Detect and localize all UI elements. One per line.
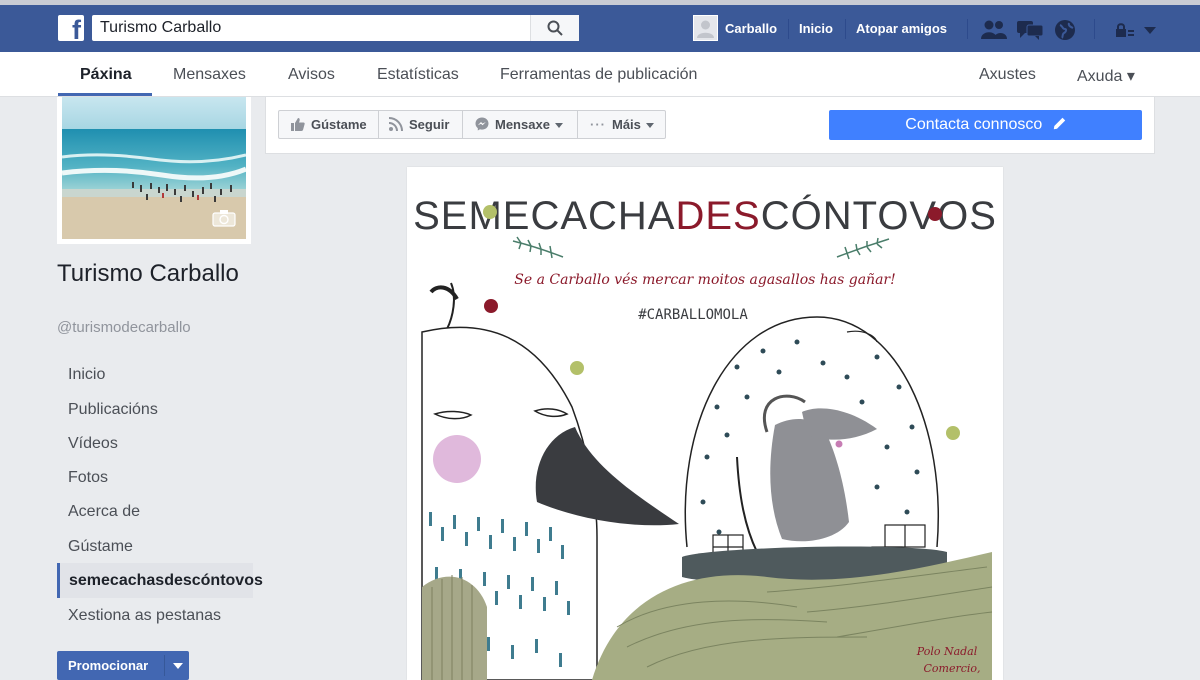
decorative-dot: [946, 426, 960, 440]
divider: [845, 19, 846, 39]
divider: [967, 19, 968, 39]
decorative-dot: [483, 205, 497, 219]
svg-text:SEMECACHADESCÓNTOVOS: SEMECACHADESCÓNTOVOS: [413, 193, 997, 238]
christmas-campaign-illustration: SEMECACHADESCÓNTOVOS Se a Carballo vés m…: [413, 193, 997, 680]
sidebar-item-posts[interactable]: Publicacións: [57, 392, 253, 427]
sidebar-item-about[interactable]: Acerca de: [57, 494, 253, 529]
account-menu-caret-icon[interactable]: [1144, 27, 1156, 35]
like-button[interactable]: Gústame: [291, 111, 367, 138]
post-footer-line: Comercio,: [923, 662, 980, 675]
contact-us-button[interactable]: Contacta connosco: [829, 110, 1142, 140]
decorative-dot: [570, 361, 584, 375]
rss-follow-icon: [388, 117, 403, 132]
snow-globe-drawing: [682, 316, 947, 585]
post-hashtag: #CARBALLOMOLA: [638, 307, 748, 323]
profile-link[interactable]: Carballo: [725, 21, 777, 36]
message-button[interactable]: Mensaxe: [475, 111, 563, 138]
sidebar-item-semecachasdescontovos[interactable]: semecachasdescóntovos: [57, 563, 263, 598]
page-title[interactable]: Turismo Carballo: [57, 260, 247, 288]
facebook-logo-icon[interactable]: f: [58, 15, 84, 44]
page-action-buttons: Gústame Seguir Mensaxe ··· Máis: [278, 110, 666, 139]
promote-button[interactable]: Promocionar: [57, 651, 189, 680]
chevron-down-icon: [554, 123, 563, 129]
profile-picture[interactable]: [57, 97, 251, 244]
tab-notifications[interactable]: Avisos: [288, 66, 335, 84]
sidebar-item-photos[interactable]: Fotos: [57, 460, 253, 495]
divider: [577, 111, 578, 138]
holly-sprig-right: [836, 237, 890, 260]
page-username[interactable]: @turismodecarballo: [57, 319, 191, 336]
message-button-label: Mensaxe: [495, 117, 550, 132]
decorative-dot: [928, 207, 942, 221]
post-title-part: CÓNTOVOS: [761, 193, 997, 238]
divider: [164, 655, 165, 676]
holly-sprig-left: [512, 236, 564, 259]
decorative-dot: [484, 299, 498, 313]
more-button[interactable]: ··· Máis: [590, 111, 654, 138]
divider: [462, 111, 463, 138]
messages-icon[interactable]: [1017, 19, 1043, 41]
pencil-edit-icon: [1053, 117, 1065, 130]
avatar[interactable]: [693, 15, 718, 41]
search-button[interactable]: [530, 15, 579, 41]
divider: [378, 111, 379, 138]
tab-settings[interactable]: Axustes: [979, 66, 1036, 84]
friend-requests-icon[interactable]: [981, 19, 1007, 41]
follow-button-label: Seguir: [409, 117, 450, 132]
tab-page[interactable]: Páxina: [80, 66, 132, 84]
divider: [1094, 19, 1095, 39]
promote-button-label: Promocionar: [68, 658, 149, 673]
tab-publishing-tools[interactable]: Ferramentas de publicación: [500, 66, 697, 84]
active-tab-indicator: [58, 93, 152, 96]
post-subtitle: Se a Carballo vés mercar moitos agasallo…: [514, 272, 896, 288]
follow-button[interactable]: Seguir: [388, 111, 450, 138]
chevron-down-icon[interactable]: [173, 663, 183, 669]
user-silhouette-icon: [697, 20, 714, 38]
chevron-down-icon: [645, 123, 654, 129]
page-tabs-bar: Páxina Mensaxes Avisos Estatísticas Ferr…: [0, 52, 1200, 97]
search-icon: [547, 20, 563, 36]
more-dots-icon: ···: [590, 117, 606, 132]
sidebar-item-videos[interactable]: Vídeos: [57, 426, 253, 461]
search-box: [92, 15, 579, 41]
sidebar-item-home[interactable]: Inicio: [57, 357, 253, 392]
privacy-lock-icon[interactable]: [1115, 22, 1135, 38]
home-link[interactable]: Inicio: [799, 21, 833, 36]
post-footer-line: Polo Nadal: [916, 645, 978, 658]
search-input[interactable]: [92, 15, 532, 41]
sidebar-item-likes[interactable]: Gústame: [57, 529, 253, 564]
camera-icon[interactable]: [212, 209, 236, 227]
messenger-icon: [475, 117, 489, 131]
help-menu[interactable]: Axuda ▾: [1077, 66, 1135, 86]
post-illustration[interactable]: SEMECACHADESCÓNTOVOS Se a Carballo vés m…: [407, 167, 1003, 680]
contact-us-label: Contacta connosco: [905, 116, 1043, 133]
tab-messages[interactable]: Mensaxes: [173, 66, 246, 84]
like-button-label: Gústame: [311, 117, 367, 132]
tab-insights[interactable]: Estatísticas: [377, 66, 459, 84]
post-title-part: DES: [675, 194, 760, 238]
find-friends-link[interactable]: Atopar amigos: [856, 21, 947, 36]
post-title-part: SEMECACHA: [413, 194, 675, 238]
thumbs-up-icon: [291, 118, 305, 131]
more-button-label: Máis: [612, 117, 641, 132]
top-navigation-bar: f Carballo Inicio Atopar amigos: [0, 0, 1200, 52]
divider: [788, 19, 789, 39]
sidebar-item-manage-tabs[interactable]: Xestiona as pestanas: [57, 598, 253, 633]
notifications-globe-icon[interactable]: [1054, 19, 1076, 41]
